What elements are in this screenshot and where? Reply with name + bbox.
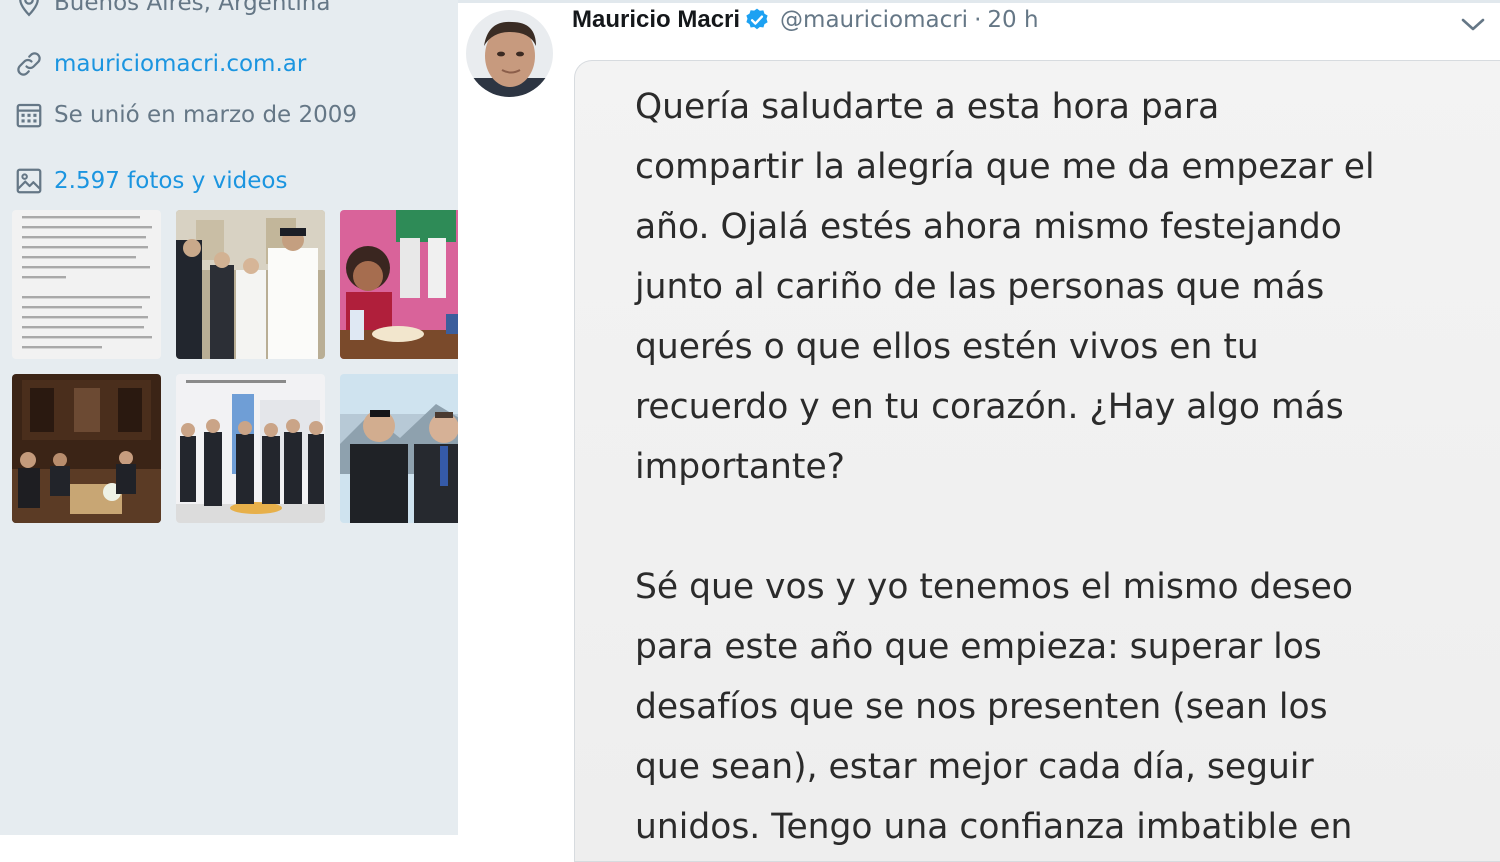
tweet-timestamp[interactable]: 20 h — [987, 7, 1038, 33]
media-thumbnail[interactable] — [176, 374, 325, 523]
tweet-header: Mauricio Macri @mauriciomacri · 20 h — [572, 6, 1039, 34]
media-count-link[interactable]: 2.597 fotos y videos — [54, 168, 287, 194]
verified-badge-icon — [744, 7, 770, 33]
avatar[interactable] — [466, 10, 553, 97]
tweet-image[interactable]: Quería saludarte a esta hora para compar… — [574, 60, 1500, 862]
header-separator: · — [974, 7, 982, 33]
media-thumbnail[interactable] — [12, 210, 161, 359]
tweet-image-paragraph: Quería saludarte a esta hora para compar… — [635, 87, 1375, 487]
media-thumbnail[interactable] — [340, 210, 458, 359]
media-thumbnail[interactable] — [12, 374, 161, 523]
calendar-icon — [14, 100, 44, 130]
media-thumbnail[interactable] — [340, 374, 458, 523]
profile-sidebar: Buenos Aires, Argentina mauriciomacri.co… — [0, 0, 458, 835]
joined-text: Se unió en marzo de 2009 — [54, 102, 358, 128]
profile-location: Buenos Aires, Argentina — [14, 0, 330, 18]
user-handle[interactable]: @mauriciomacri — [780, 7, 968, 33]
tweet-divider — [458, 0, 1500, 3]
tweet-image-paragraph: Sé que vos y yo tenemos el mismo deseo p… — [635, 567, 1353, 847]
location-text: Buenos Aires, Argentina — [54, 0, 331, 16]
tweet: Mauricio Macri @mauriciomacri · 20 h Que… — [458, 0, 1500, 862]
profile-website: mauriciomacri.com.ar — [14, 49, 306, 79]
display-name[interactable]: Mauricio Macri — [572, 6, 740, 34]
profile-media-link[interactable]: 2.597 fotos y videos — [14, 166, 287, 196]
website-link[interactable]: mauriciomacri.com.ar — [54, 51, 306, 77]
media-thumbnail[interactable] — [176, 210, 325, 359]
profile-joined: Se unió en marzo de 2009 — [14, 100, 357, 130]
link-icon — [14, 49, 44, 79]
chevron-down-icon[interactable] — [1460, 16, 1486, 34]
tweet-image-text: Quería saludarte a esta hora para compar… — [635, 77, 1475, 857]
media-grid — [12, 210, 458, 525]
image-icon — [14, 166, 44, 196]
location-pin-icon — [14, 0, 44, 18]
